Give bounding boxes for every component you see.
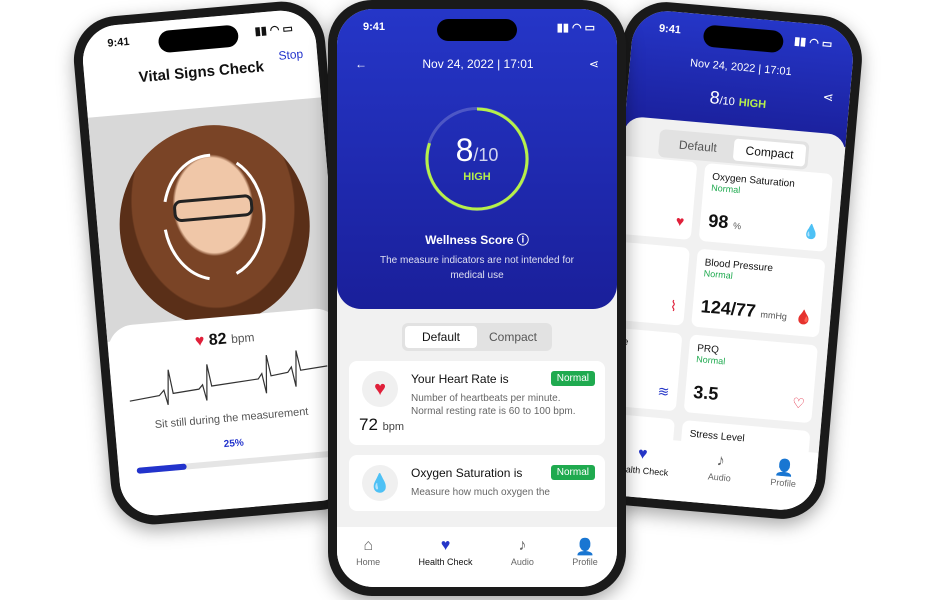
vital-signs-screen: 9:41 ▮▮ ◠ ▭ Vital Signs Check Stop ♥ 82 b…: [80, 7, 356, 519]
heart-rate-value: 72: [359, 415, 378, 434]
tab-label: Profile: [769, 476, 797, 490]
segment-compact[interactable]: Compact: [732, 138, 807, 167]
user-icon: 👤: [575, 539, 595, 556]
help-icon[interactable]: ⓘ: [517, 233, 529, 247]
heart-pulse-icon: ♥: [374, 377, 386, 400]
heart-icon: ♥: [194, 332, 206, 351]
face-frame-icon: [162, 153, 266, 281]
user-icon: 👤: [773, 459, 796, 478]
score-max: /10: [473, 145, 499, 165]
measurement-datetime: Nov 24, 2022 | 17:01: [689, 57, 793, 79]
wellness-score-title: Wellness Score: [425, 233, 514, 247]
oxygen-drop-icon: 💧: [801, 222, 821, 241]
status-time: 9:41: [363, 21, 386, 33]
status-icons: ▮▮ ◠ ▭: [556, 22, 595, 34]
metric-tile[interactable]: Oxygen Saturation Normal 98 % 💧: [698, 163, 833, 252]
blood-pressure-icon: 🩸: [794, 308, 814, 326]
score-level: HIGH: [738, 96, 767, 112]
stop-button[interactable]: Stop: [278, 47, 304, 63]
heart-rate-card[interactable]: ♥ 72 bpm Your Heart Rate is Normal Number…: [349, 361, 605, 445]
music-note-icon: ♪: [518, 537, 527, 554]
tab-label: Health Check: [418, 557, 473, 567]
compact-screen: 9:41 ▮▮ ◠ ▭ Nov 24, 2022 | 17:01 8/10 HIGH…: [592, 8, 856, 513]
tab-label: Audio: [707, 471, 732, 484]
dynamic-island: [437, 19, 517, 41]
back-arrow-icon[interactable]: ←: [355, 57, 367, 71]
pulse-line-icon: ⌇: [669, 297, 678, 315]
view-toggle: Default Compact: [402, 323, 552, 351]
card-description: Measure how much oxygen the: [411, 487, 550, 498]
heart-rate-unit: bpm: [382, 421, 405, 433]
oxygen-drop-icon: 💧: [368, 472, 392, 493]
tab-health-check[interactable]: ♥ Health Check: [419, 537, 473, 587]
home-icon: ⌂: [363, 537, 374, 554]
music-note-icon: ♪: [716, 452, 726, 470]
status-badge: Normal: [550, 465, 595, 480]
segment-default[interactable]: Default: [405, 326, 477, 348]
status-time: 9:41: [658, 22, 682, 37]
left-phone: 9:41 ▮▮ ◠ ▭ Vital Signs Check Stop ♥ 82 b…: [70, 0, 366, 529]
tile-value: 3.5: [692, 381, 720, 404]
center-phone: 9:41 ▮▮ ◠ ▭ ← Nov 24, 2022 | 17:01 ⋖ 8/10…: [328, 0, 626, 596]
heart-rate-unit: bpm: [230, 330, 255, 347]
tab-label: Home: [356, 557, 381, 567]
tab-label: Audio: [510, 557, 534, 567]
heart-icon: ♥: [675, 212, 685, 230]
bottom-tab-bar: ⌂ Home ♥ Health Check ♪ Audio 👤 Profile: [337, 527, 617, 587]
card-title: Your Heart Rate is: [411, 371, 509, 386]
tile-unit: mmHg: [760, 309, 788, 322]
tab-audio[interactable]: ♪ Audio: [705, 452, 732, 506]
segment-default[interactable]: Default: [661, 132, 735, 160]
score-max: /10: [718, 95, 736, 109]
card-description: Number of heartbeats per minute. Normal …: [411, 393, 576, 417]
wellness-score-ring: 8/10 HIGH: [425, 107, 529, 211]
heart-icon: ♥: [440, 537, 451, 554]
progress-fill: [136, 463, 187, 474]
wind-icon: ≋: [656, 382, 671, 400]
share-icon[interactable]: ⋖: [822, 89, 834, 106]
measurement-datetime: Nov 24, 2022 | 17:01: [422, 57, 534, 71]
tile-unit: %: [732, 220, 742, 232]
status-icons: ▮▮ ◠ ▭: [793, 35, 833, 51]
tab-profile[interactable]: 👤 Profile: [572, 537, 598, 587]
card-title: Oxygen Saturation is: [411, 465, 523, 480]
disclaimer: The measure indicators are not intended …: [380, 255, 574, 281]
status-badge: Normal: [550, 371, 595, 386]
wellness-screen: 9:41 ▮▮ ◠ ▭ ← Nov 24, 2022 | 17:01 ⋖ 8/10…: [337, 9, 617, 587]
share-icon[interactable]: ⋖: [589, 57, 599, 71]
ecg-waveform: [129, 350, 328, 406]
oxygen-saturation-card[interactable]: 💧 Oxygen Saturation is Normal Measure how…: [349, 455, 605, 511]
metric-tile[interactable]: PRQ Normal 3.5 ♡: [683, 334, 818, 424]
tile-value: 98: [707, 210, 730, 233]
tab-audio[interactable]: ♪ Audio: [511, 537, 534, 587]
tab-profile[interactable]: 👤 Profile: [768, 457, 798, 511]
tile-value: 124/77: [700, 296, 757, 321]
heart-outline-icon: ♡: [791, 394, 806, 412]
segment-compact[interactable]: Compact: [477, 326, 549, 348]
tab-label: Profile: [572, 557, 598, 567]
face-camera-view: [87, 97, 341, 342]
heart-rate-value: 82: [208, 330, 228, 350]
status-time: 9:41: [106, 35, 130, 50]
metric-tile[interactable]: Blood Pressure Normal 124/77 mmHg 🩸: [691, 248, 826, 338]
tab-home[interactable]: ⌂ Home: [356, 537, 380, 587]
